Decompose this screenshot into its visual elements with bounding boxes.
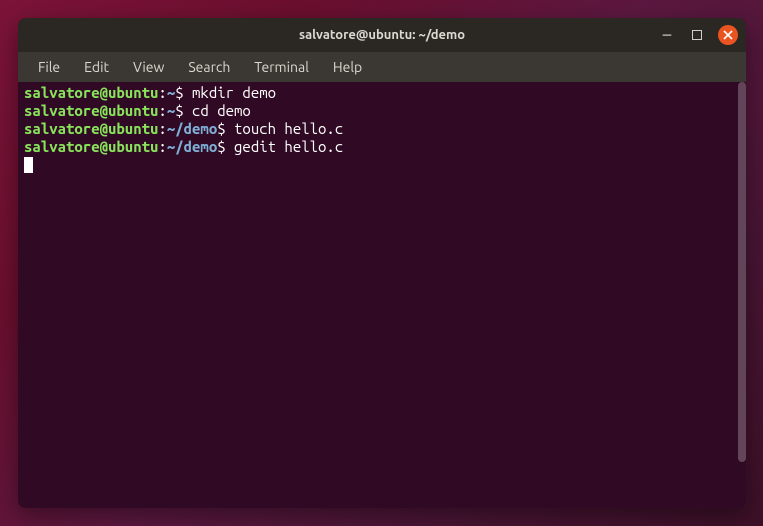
terminal-line: salvatore@ubuntu:~$ cd demo — [24, 102, 740, 120]
prompt-user-host: salvatore@ubuntu — [24, 138, 158, 155]
minimize-button[interactable]: ─ — [658, 26, 676, 44]
menu-search[interactable]: Search — [178, 56, 240, 78]
terminal-line — [24, 156, 740, 174]
terminal-body[interactable]: salvatore@ubuntu:~$ mkdir demo salvatore… — [18, 82, 746, 508]
prompt-user-host: salvatore@ubuntu — [24, 120, 158, 137]
scrollbar-thumb[interactable] — [738, 82, 746, 462]
terminal-line: salvatore@ubuntu:~/demo$ gedit hello.c — [24, 138, 740, 156]
close-icon — [723, 30, 733, 40]
prompt-dollar: $ — [175, 102, 183, 119]
window-title: salvatore@ubuntu: ~/demo — [299, 28, 465, 42]
menu-edit[interactable]: Edit — [74, 56, 119, 78]
command-text: gedit hello.c — [234, 138, 343, 155]
prompt-path: ~ — [167, 102, 175, 119]
prompt-dollar: $ — [175, 84, 183, 101]
prompt-colon: : — [158, 102, 166, 119]
maximize-button[interactable] — [688, 26, 706, 44]
window-controls: ─ — [658, 25, 738, 45]
prompt-user-host: salvatore@ubuntu — [24, 84, 158, 101]
prompt-dollar: $ — [217, 138, 225, 155]
prompt-colon: : — [158, 120, 166, 137]
prompt-path: ~/demo — [167, 120, 217, 137]
prompt-colon: : — [158, 84, 166, 101]
menu-file[interactable]: File — [28, 56, 70, 78]
command-text: touch hello.c — [234, 120, 343, 137]
command-text: mkdir demo — [192, 84, 276, 101]
command-text: cd demo — [192, 102, 251, 119]
terminal-window: salvatore@ubuntu: ~/demo ─ File Edit Vie… — [18, 18, 746, 508]
menubar: File Edit View Search Terminal Help — [18, 52, 746, 82]
cursor-block — [24, 157, 33, 173]
prompt-colon: : — [158, 138, 166, 155]
menu-terminal[interactable]: Terminal — [244, 56, 319, 78]
scrollbar[interactable] — [738, 82, 746, 462]
minimize-icon: ─ — [663, 28, 671, 42]
prompt-path: ~/demo — [167, 138, 217, 155]
prompt-user-host: salvatore@ubuntu — [24, 102, 158, 119]
terminal-line: salvatore@ubuntu:~/demo$ touch hello.c — [24, 120, 740, 138]
maximize-icon — [692, 30, 702, 40]
menu-view[interactable]: View — [123, 56, 174, 78]
close-button[interactable] — [718, 25, 738, 45]
prompt-dollar: $ — [217, 120, 225, 137]
menu-help[interactable]: Help — [323, 56, 372, 78]
terminal-line: salvatore@ubuntu:~$ mkdir demo — [24, 84, 740, 102]
prompt-path: ~ — [167, 84, 175, 101]
titlebar: salvatore@ubuntu: ~/demo ─ — [18, 18, 746, 52]
